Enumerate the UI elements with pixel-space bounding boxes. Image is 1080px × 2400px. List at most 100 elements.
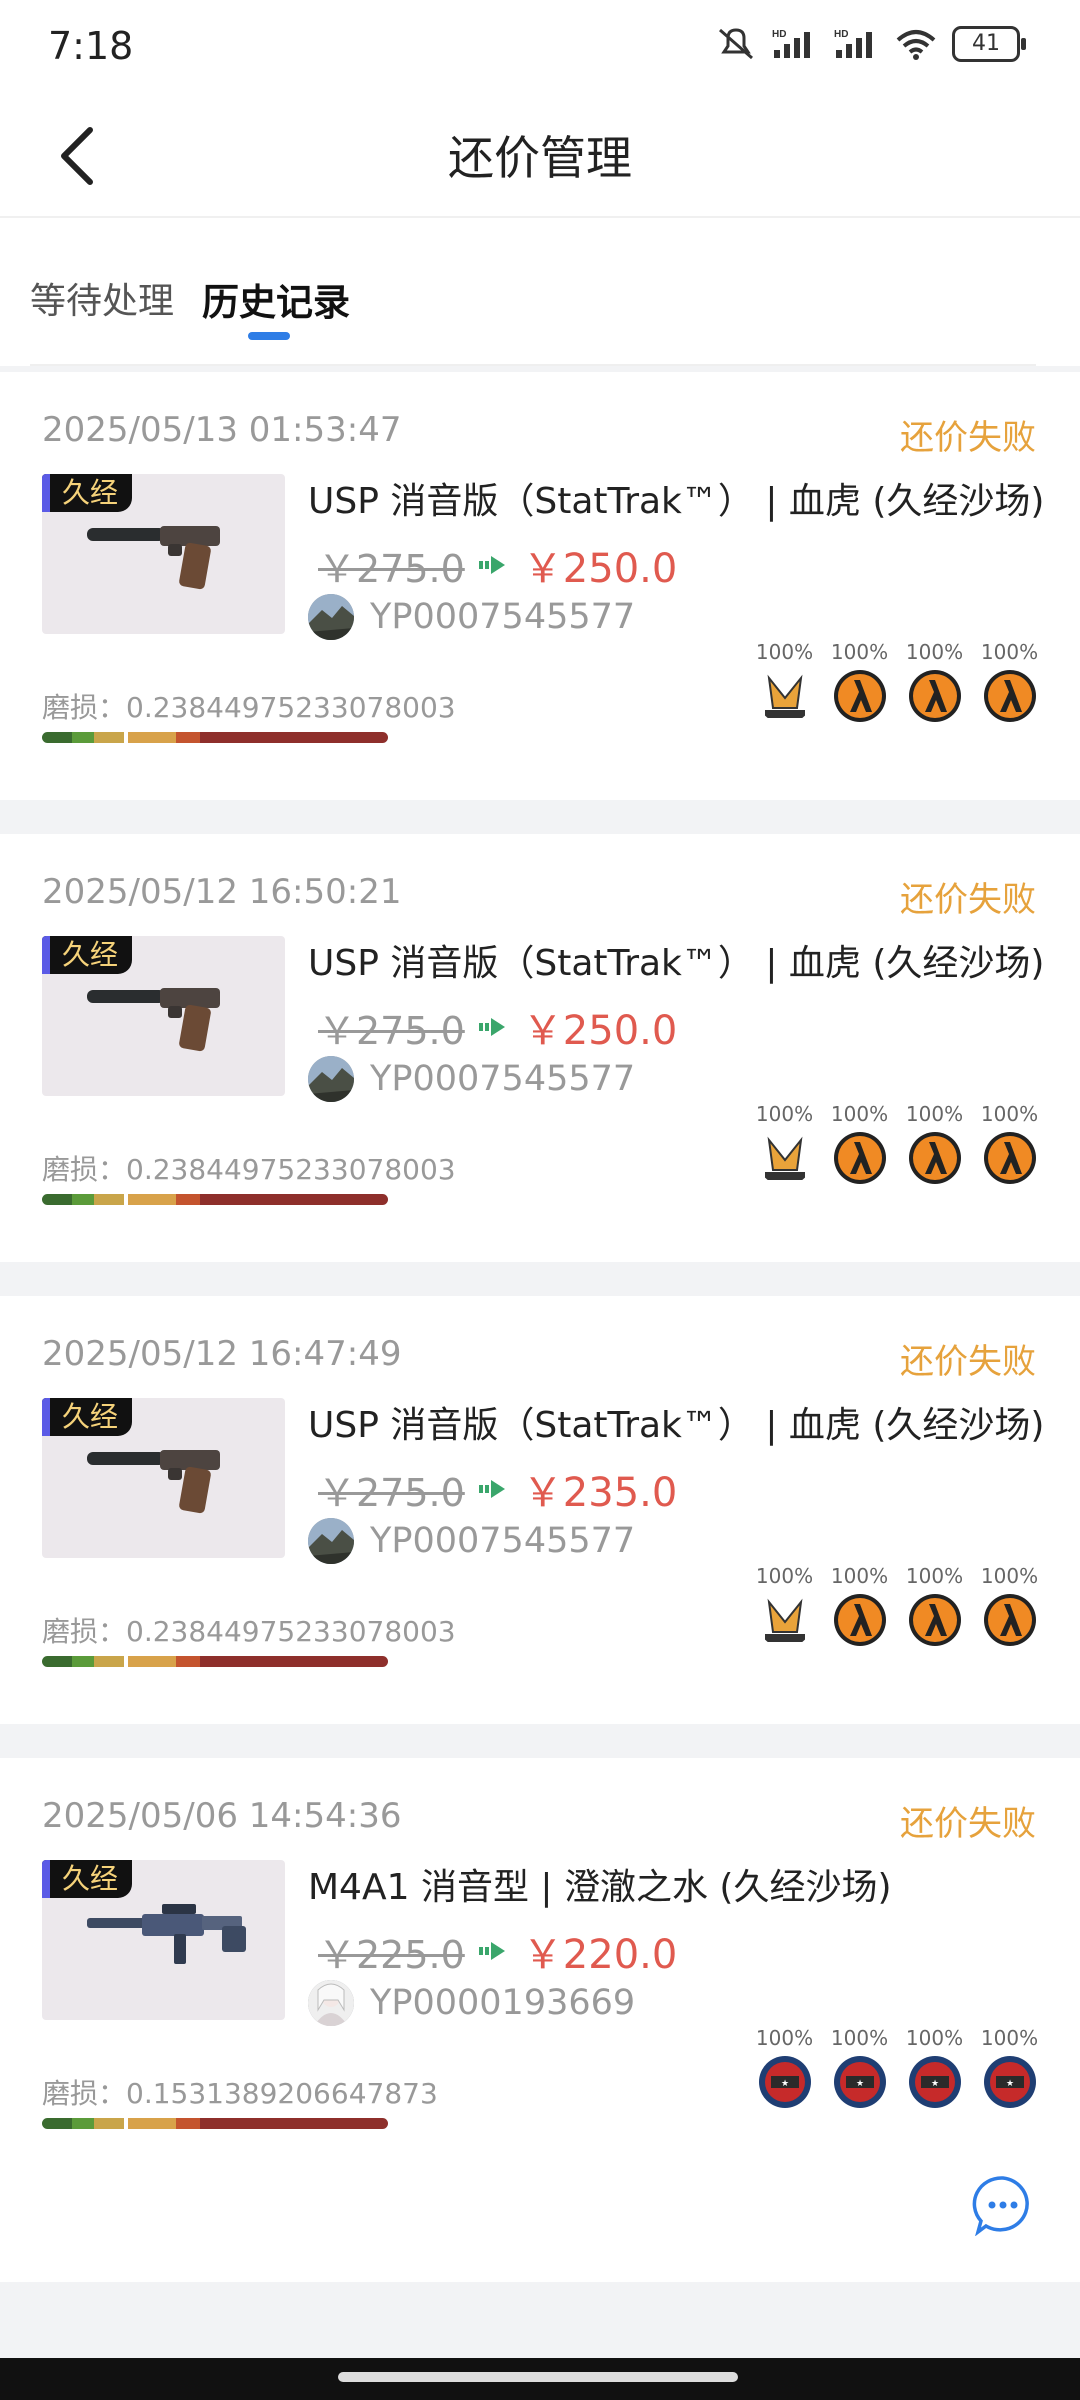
sticker: 100% ★ <box>981 2026 1038 2110</box>
offer-price: ￥220.0 <box>522 1932 678 1978</box>
sticker-percent: 100% <box>980 1564 1039 1588</box>
usp-weapon-icon <box>87 526 220 590</box>
price-row: ￥225.0 ￥220.0 <box>318 1922 677 1980</box>
sticker-percent: 100% <box>905 1102 964 1126</box>
usp-weapon-icon <box>87 1450 220 1514</box>
item-thumbnail[interactable]: 久经 <box>42 936 285 1096</box>
seller-info: YP0007545577 <box>308 594 635 640</box>
sticker: 100% <box>981 1564 1038 1648</box>
record-card[interactable]: 2025/05/12 16:47:49 还价失败 久经 USP 消音版（Stat… <box>0 1296 1080 1724</box>
sticker-percent: 100% <box>755 2026 814 2050</box>
team-sticker-icon: ★ <box>908 2056 961 2108</box>
item-name: M4A1 消音型 | 澄澈之水 (久经沙场) <box>308 1867 892 1908</box>
wear-label: 磨损：0.23844975233078003 <box>42 686 456 726</box>
lambda-sticker-icon <box>908 670 961 722</box>
item-thumbnail[interactable]: 久经 <box>42 1860 285 2020</box>
sticker: 100% ★ <box>756 2026 813 2110</box>
record-date: 2025/05/06 14:54:36 <box>42 1796 402 1836</box>
wear-bar <box>42 1656 388 1667</box>
seller-id: YP0007545577 <box>370 597 636 637</box>
seller-id: YP0000193669 <box>370 1983 636 2023</box>
lambda-sticker-icon <box>983 1594 1036 1646</box>
sticker-percent: 100% <box>755 640 814 664</box>
sticker: 100% <box>831 1102 888 1186</box>
sticker-list: 100% 100% 100% 100% <box>756 640 1038 724</box>
avatar <box>308 1056 354 1102</box>
seller-info: YP0007545577 <box>308 1518 635 1564</box>
sticker: 100% ★ <box>831 2026 888 2110</box>
sticker: 100% <box>756 1564 813 1648</box>
tab-active-indicator <box>248 332 290 340</box>
sticker-percent: 100% <box>830 1564 889 1588</box>
item-thumbnail[interactable]: 久经 <box>42 1398 285 1558</box>
sticker-list: 100% 100% 100% 100% <box>756 1102 1038 1186</box>
wear-label: 磨损：0.23844975233078003 <box>42 1148 456 1188</box>
wear-value: 0.23844975233078003 <box>126 1153 456 1186</box>
wear-bar <box>42 1194 388 1205</box>
record-card[interactable]: 2025/05/06 14:54:36 还价失败 久经 M4A1 消音型 | 澄… <box>0 1758 1080 2282</box>
item-name: USP 消音版（StatTrak™） | 血虎 (久经沙场) <box>308 943 1045 984</box>
record-card[interactable]: 2025/05/12 16:50:21 还价失败 久经 USP 消音版（Stat… <box>0 834 1080 1262</box>
usp-weapon-icon <box>87 988 220 1052</box>
arrow-right-icon <box>478 556 505 574</box>
battery-icon: 41 <box>952 26 1026 62</box>
record-date: 2025/05/13 01:53:47 <box>42 410 402 450</box>
svg-text:★: ★ <box>855 2079 863 2089</box>
avatar <box>308 594 354 640</box>
virtus-pro-sticker-icon <box>760 1134 809 1182</box>
svg-text:★: ★ <box>1005 2079 1013 2089</box>
svg-text:★: ★ <box>780 2079 788 2089</box>
chat-bubble-icon[interactable] <box>972 2174 1034 2236</box>
record-card[interactable]: 2025/05/13 01:53:47 还价失败 久经 USP 消音版（Stat… <box>0 372 1080 800</box>
tab-bar: 等待处理 历史记录 <box>0 218 1080 366</box>
sticker-percent: 100% <box>905 1564 964 1588</box>
sticker-percent: 100% <box>905 640 964 664</box>
offer-price: ￥250.0 <box>522 1008 678 1054</box>
team-sticker-icon: ★ <box>983 2056 1036 2108</box>
wear-value: 0.23844975233078003 <box>126 1615 456 1648</box>
sticker: 100% <box>756 640 813 724</box>
wear-badge: 久经 <box>42 1398 133 1436</box>
seller-id: YP0007545577 <box>370 1059 636 1099</box>
sticker-percent: 100% <box>755 1564 814 1588</box>
status-badge: 还价失败 <box>900 1342 1036 1382</box>
sticker: 100% <box>906 1102 963 1186</box>
sticker-percent: 100% <box>830 640 889 664</box>
seller-info: YP0007545577 <box>308 1056 635 1102</box>
team-sticker-icon: ★ <box>758 2056 811 2108</box>
signal-icon: HD <box>772 29 810 58</box>
status-bar: 7:18 HD HD 41 <box>0 0 1080 92</box>
seller-info: YP0000193669 <box>308 1980 635 2026</box>
original-price: ￥275.0 <box>318 546 465 591</box>
item-name: USP 消音版（StatTrak™） | 血虎 (久经沙场) <box>308 481 1045 522</box>
lambda-sticker-icon <box>833 1132 886 1184</box>
seller-id: YP0007545577 <box>370 1521 636 1561</box>
sticker-percent: 100% <box>755 1102 814 1126</box>
original-price: ￥225.0 <box>318 1932 465 1977</box>
svg-text:HD: HD <box>834 29 848 40</box>
home-indicator[interactable] <box>338 2372 738 2382</box>
price-row: ￥275.0 ￥250.0 <box>318 998 677 1056</box>
mute-icon <box>719 28 753 60</box>
wear-badge: 久经 <box>42 474 133 512</box>
tab-pending[interactable]: 等待处理 <box>30 272 174 324</box>
sticker: 100% ★ <box>906 2026 963 2110</box>
sticker-percent: 100% <box>980 2026 1039 2050</box>
wear-value: 0.23844975233078003 <box>126 691 456 724</box>
original-price: ￥275.0 <box>318 1008 465 1053</box>
sticker: 100% <box>981 1102 1038 1186</box>
item-thumbnail[interactable]: 久经 <box>42 474 285 634</box>
wear-prefix: 磨损： <box>42 691 127 724</box>
wear-prefix: 磨损： <box>42 2077 127 2110</box>
sticker-percent: 100% <box>905 2026 964 2050</box>
signal-icon-2: HD <box>834 29 872 58</box>
status-icons: HD HD 41 <box>716 26 1026 62</box>
sticker-percent: 100% <box>980 1102 1039 1126</box>
record-date: 2025/05/12 16:47:49 <box>42 1334 402 1374</box>
status-badge: 还价失败 <box>900 418 1036 458</box>
price-row: ￥275.0 ￥250.0 <box>318 536 677 594</box>
sticker-percent: 100% <box>980 640 1039 664</box>
tab-history[interactable]: 历史记录 <box>202 272 350 326</box>
original-price: ￥275.0 <box>318 1470 465 1515</box>
virtus-pro-sticker-icon <box>760 1596 809 1644</box>
